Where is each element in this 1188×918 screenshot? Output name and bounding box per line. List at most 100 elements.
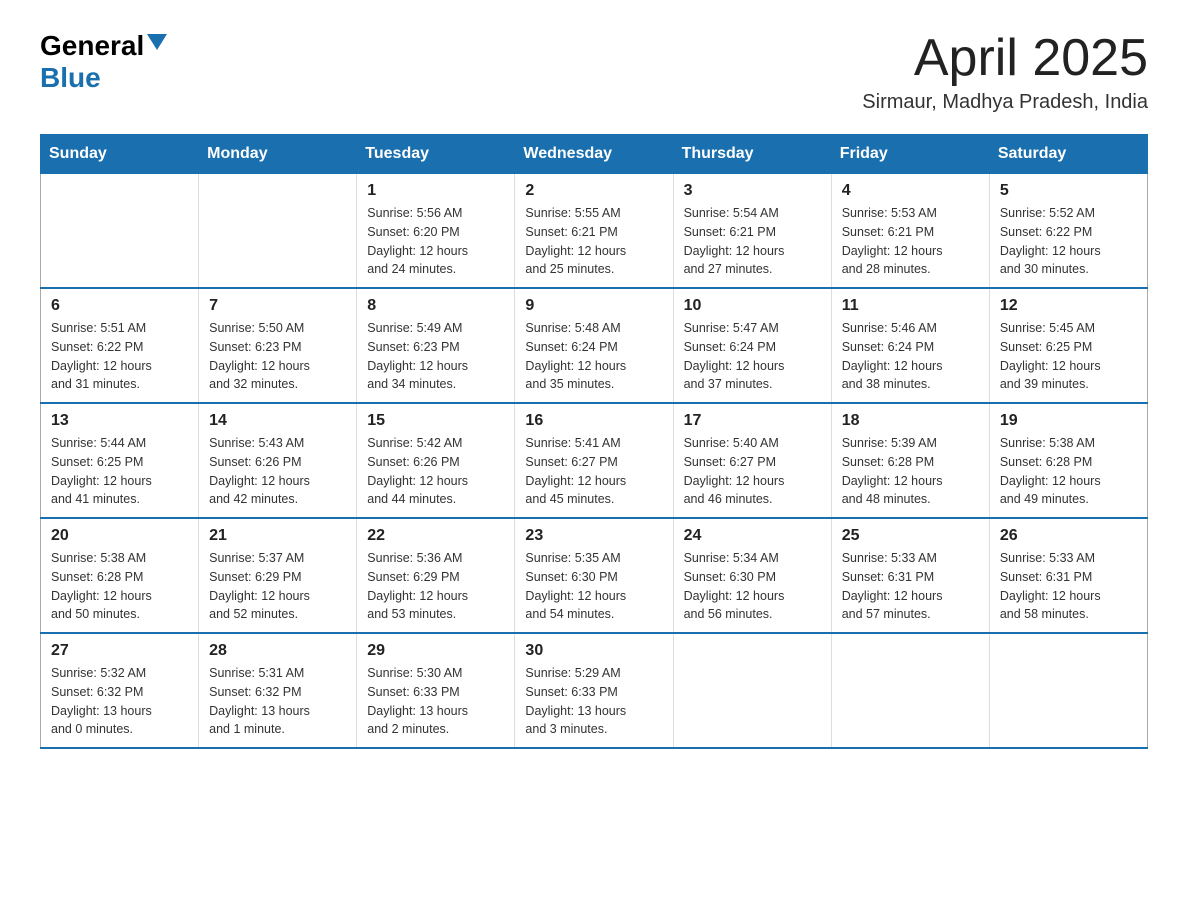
day-info: Sunrise: 5:46 AMSunset: 6:24 PMDaylight:… [842,319,979,394]
calendar-cell: 23 Sunrise: 5:35 AMSunset: 6:30 PMDayligh… [515,518,673,633]
day-number: 22 [367,527,504,545]
calendar-cell [989,633,1147,748]
day-info: Sunrise: 5:50 AMSunset: 6:23 PMDaylight:… [209,319,346,394]
day-info: Sunrise: 5:52 AMSunset: 6:22 PMDaylight:… [1000,204,1137,279]
column-header-wednesday: Wednesday [515,135,673,174]
day-info: Sunrise: 5:30 AMSunset: 6:33 PMDaylight:… [367,664,504,739]
calendar-cell: 8 Sunrise: 5:49 AMSunset: 6:23 PMDaylight… [357,288,515,403]
column-header-thursday: Thursday [673,135,831,174]
calendar-week-row: 20Sunrise: 5:38 AMSunset: 6:28 PMDayligh… [41,518,1148,633]
calendar-cell: 14 Sunrise: 5:43 AMSunset: 6:26 PMDayligh… [199,403,357,518]
day-info: Sunrise: 5:53 AMSunset: 6:21 PMDaylight:… [842,204,979,279]
day-number: 6 [51,297,188,315]
day-number: 29 [367,642,504,660]
logo-general-text: General [40,30,144,62]
day-info: Sunrise: 5:33 AMSunset: 6:31 PMDaylight:… [1000,549,1137,624]
day-info: Sunrise: 5:29 AMSunset: 6:33 PMDaylight:… [525,664,662,739]
calendar-table: SundayMondayTuesdayWednesdayThursdayFrid… [40,134,1148,749]
day-info: Sunrise: 5:34 AMSunset: 6:30 PMDaylight:… [684,549,821,624]
day-info: Sunrise: 5:44 AMSunset: 6:25 PMDaylight:… [51,434,188,509]
calendar-cell: 12Sunrise: 5:45 AMSunset: 6:25 PMDayligh… [989,288,1147,403]
calendar-cell: 15 Sunrise: 5:42 AMSunset: 6:26 PMDayligh… [357,403,515,518]
calendar-cell: 26 Sunrise: 5:33 AMSunset: 6:31 PMDayligh… [989,518,1147,633]
calendar-week-row: 27Sunrise: 5:32 AMSunset: 6:32 PMDayligh… [41,633,1148,748]
day-info: Sunrise: 5:51 AMSunset: 6:22 PMDaylight:… [51,319,188,394]
day-info: Sunrise: 5:37 AMSunset: 6:29 PMDaylight:… [209,549,346,624]
calendar-cell: 2Sunrise: 5:55 AMSunset: 6:21 PMDaylight… [515,174,673,289]
day-info: Sunrise: 5:42 AMSunset: 6:26 PMDaylight:… [367,434,504,509]
day-info: Sunrise: 5:41 AMSunset: 6:27 PMDaylight:… [525,434,662,509]
calendar-week-row: 1 Sunrise: 5:56 AMSunset: 6:20 PMDaylight… [41,174,1148,289]
day-info: Sunrise: 5:55 AMSunset: 6:21 PMDaylight:… [525,204,662,279]
column-header-friday: Friday [831,135,989,174]
day-number: 7 [209,297,346,315]
location-subtitle: Sirmaur, Madhya Pradesh, India [862,91,1148,114]
calendar-cell: 17Sunrise: 5:40 AMSunset: 6:27 PMDayligh… [673,403,831,518]
day-info: Sunrise: 5:56 AMSunset: 6:20 PMDaylight:… [367,204,504,279]
calendar-cell: 27Sunrise: 5:32 AMSunset: 6:32 PMDayligh… [41,633,199,748]
month-year-title: April 2025 [862,30,1148,87]
day-info: Sunrise: 5:31 AMSunset: 6:32 PMDaylight:… [209,664,346,739]
calendar-cell: 29 Sunrise: 5:30 AMSunset: 6:33 PMDayligh… [357,633,515,748]
day-number: 4 [842,182,979,200]
day-info: Sunrise: 5:49 AMSunset: 6:23 PMDaylight:… [367,319,504,394]
calendar-cell: 21 Sunrise: 5:37 AMSunset: 6:29 PMDayligh… [199,518,357,633]
calendar-cell: 13 Sunrise: 5:44 AMSunset: 6:25 PMDayligh… [41,403,199,518]
calendar-cell: 25 Sunrise: 5:33 AMSunset: 6:31 PMDayligh… [831,518,989,633]
column-header-sunday: Sunday [41,135,199,174]
day-info: Sunrise: 5:43 AMSunset: 6:26 PMDaylight:… [209,434,346,509]
day-number: 26 [1000,527,1137,545]
calendar-cell [199,174,357,289]
day-number: 23 [525,527,662,545]
day-number: 1 [367,182,504,200]
day-number: 11 [842,297,979,315]
day-number: 30 [525,642,662,660]
day-number: 25 [842,527,979,545]
calendar-week-row: 13 Sunrise: 5:44 AMSunset: 6:25 PMDayligh… [41,403,1148,518]
day-info: Sunrise: 5:33 AMSunset: 6:31 PMDaylight:… [842,549,979,624]
day-info: Sunrise: 5:45 AMSunset: 6:25 PMDaylight:… [1000,319,1137,394]
day-info: Sunrise: 5:38 AMSunset: 6:28 PMDaylight:… [1000,434,1137,509]
day-number: 10 [684,297,821,315]
page-header: General Blue April 2025 Sirmaur, Madhya … [40,30,1148,114]
day-number: 28 [209,642,346,660]
day-number: 19 [1000,412,1137,430]
logo-blue-text: Blue [40,62,101,93]
calendar-cell: 6 Sunrise: 5:51 AMSunset: 6:22 PMDaylight… [41,288,199,403]
day-info: Sunrise: 5:54 AMSunset: 6:21 PMDaylight:… [684,204,821,279]
day-number: 8 [367,297,504,315]
calendar-cell [41,174,199,289]
logo-triangle-icon [147,34,167,55]
calendar-cell: 28 Sunrise: 5:31 AMSunset: 6:32 PMDayligh… [199,633,357,748]
day-number: 15 [367,412,504,430]
day-number: 9 [525,297,662,315]
day-info: Sunrise: 5:35 AMSunset: 6:30 PMDaylight:… [525,549,662,624]
calendar-cell: 1 Sunrise: 5:56 AMSunset: 6:20 PMDaylight… [357,174,515,289]
day-info: Sunrise: 5:39 AMSunset: 6:28 PMDaylight:… [842,434,979,509]
calendar-cell: 10Sunrise: 5:47 AMSunset: 6:24 PMDayligh… [673,288,831,403]
calendar-cell [673,633,831,748]
day-number: 18 [842,412,979,430]
day-number: 16 [525,412,662,430]
day-number: 13 [51,412,188,430]
day-number: 3 [684,182,821,200]
day-info: Sunrise: 5:32 AMSunset: 6:32 PMDaylight:… [51,664,188,739]
day-number: 17 [684,412,821,430]
calendar-header-row: SundayMondayTuesdayWednesdayThursdayFrid… [41,135,1148,174]
calendar-cell: 20Sunrise: 5:38 AMSunset: 6:28 PMDayligh… [41,518,199,633]
day-info: Sunrise: 5:48 AMSunset: 6:24 PMDaylight:… [525,319,662,394]
calendar-cell: 5Sunrise: 5:52 AMSunset: 6:22 PMDaylight… [989,174,1147,289]
day-info: Sunrise: 5:38 AMSunset: 6:28 PMDaylight:… [51,549,188,624]
calendar-cell: 7 Sunrise: 5:50 AMSunset: 6:23 PMDaylight… [199,288,357,403]
calendar-cell: 9 Sunrise: 5:48 AMSunset: 6:24 PMDaylight… [515,288,673,403]
day-number: 21 [209,527,346,545]
calendar-week-row: 6 Sunrise: 5:51 AMSunset: 6:22 PMDaylight… [41,288,1148,403]
day-number: 14 [209,412,346,430]
calendar-cell: 22Sunrise: 5:36 AMSunset: 6:29 PMDayligh… [357,518,515,633]
calendar-cell: 18 Sunrise: 5:39 AMSunset: 6:28 PMDayligh… [831,403,989,518]
column-header-saturday: Saturday [989,135,1147,174]
calendar-cell [831,633,989,748]
calendar-cell: 16 Sunrise: 5:41 AMSunset: 6:27 PMDayligh… [515,403,673,518]
calendar-cell: 4 Sunrise: 5:53 AMSunset: 6:21 PMDaylight… [831,174,989,289]
calendar-cell: 11 Sunrise: 5:46 AMSunset: 6:24 PMDayligh… [831,288,989,403]
